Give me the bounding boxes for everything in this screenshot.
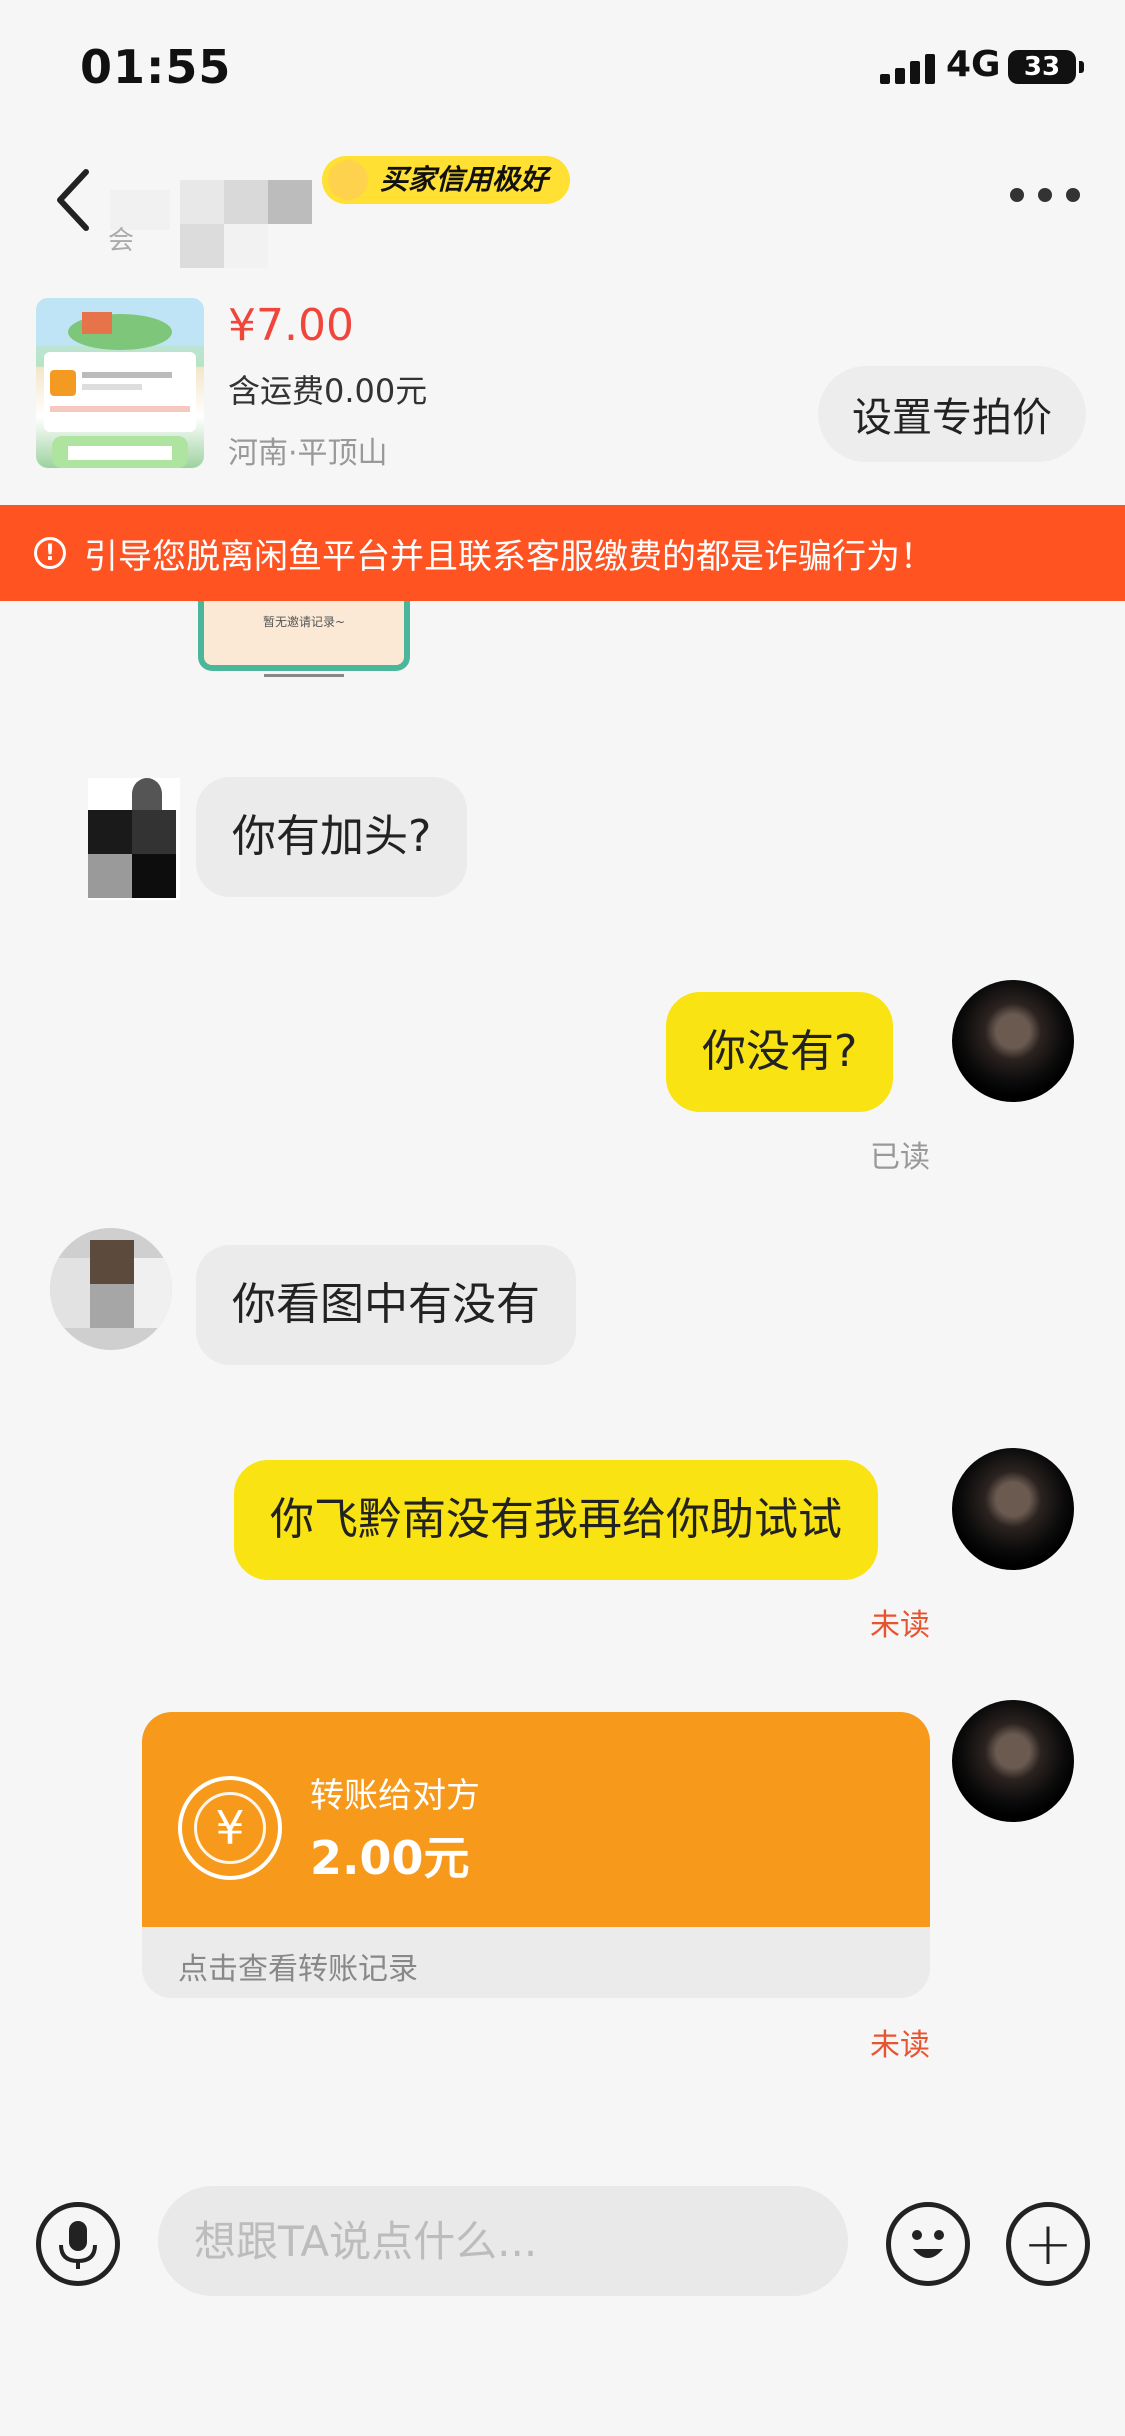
voice-button[interactable] — [36, 2202, 120, 2286]
product-image — [36, 298, 204, 468]
my-avatar[interactable] — [952, 980, 1074, 1102]
product-location: 河南·平顶山 — [228, 436, 388, 471]
credit-badge-label: 买家信用极好 — [380, 163, 549, 196]
back-button[interactable] — [46, 160, 106, 240]
emoji-heart-eyes-icon — [328, 160, 368, 200]
emoji-button[interactable] — [886, 2202, 970, 2286]
microphone-icon — [59, 2221, 97, 2269]
divider — [264, 674, 344, 677]
credit-badge: 买家信用极好 — [322, 156, 571, 204]
product-thumbnail[interactable] — [36, 298, 204, 468]
fraud-warning-text: 引导您脱离闲鱼平台并且联系客服缴费的都是诈骗行为！ — [84, 536, 934, 577]
read-status: 已读 — [870, 1140, 930, 1175]
transfer-card[interactable]: ¥ 转账给对方 2.00元 点击查看转账记录 — [142, 1712, 930, 1998]
message-bubble-outgoing[interactable]: 你飞黔南没有我再给你助试试 — [234, 1460, 878, 1580]
transfer-yuan-icon: ¥ — [178, 1776, 282, 1880]
unread-status: 未读 — [870, 2028, 930, 2063]
message-bubble-incoming[interactable]: 你看图中有没有 — [196, 1245, 576, 1365]
more-icon-dot — [1038, 188, 1052, 202]
status-time: 01:55 — [80, 40, 232, 94]
my-avatar[interactable] — [952, 1700, 1074, 1822]
battery-icon: 33 — [1008, 50, 1084, 84]
fraud-warning-banner: ! 引导您脱离闲鱼平台并且联系客服缴费的都是诈骗行为！ — [0, 505, 1125, 601]
contact-avatar-message[interactable] — [50, 1228, 172, 1350]
add-more-button[interactable]: + — [1006, 2202, 1090, 2286]
shared-card-text: 暂无邀请记录~ — [262, 615, 346, 629]
message-bubble-outgoing[interactable]: 你没有? — [666, 992, 894, 1112]
contact-avatar-message[interactable] — [88, 778, 180, 900]
back-icon — [57, 169, 89, 231]
product-price: ¥7.00 — [228, 300, 354, 351]
unread-status: 未读 — [870, 1608, 930, 1643]
transfer-record-link[interactable]: 点击查看转账记录 — [178, 1944, 418, 1988]
warning-icon: ! — [34, 537, 66, 569]
contact-avatar[interactable] — [110, 170, 312, 270]
message-bubble-incoming[interactable]: 你有加头? — [196, 777, 468, 897]
smiley-icon — [912, 2230, 944, 2258]
network-type: 4G — [946, 44, 1001, 85]
contact-sub-label: 会 — [108, 226, 135, 256]
plus-icon: + — [1022, 2209, 1074, 2279]
transfer-amount: 2.00元 — [310, 1831, 470, 1885]
product-shipping: 含运费0.00元 — [228, 372, 428, 410]
shared-card-preview[interactable]: 暂无邀请记录~ — [198, 601, 410, 671]
transfer-card-body: ¥ 转账给对方 2.00元 — [142, 1712, 930, 1927]
more-icon-dot — [1066, 188, 1080, 202]
more-icon — [1010, 188, 1024, 202]
signal-icon — [880, 52, 936, 84]
message-input[interactable] — [158, 2186, 848, 2296]
transfer-title: 转账给对方 — [310, 1776, 480, 1816]
more-button[interactable] — [1010, 180, 1080, 210]
set-special-price-button[interactable]: 设置专拍价 — [818, 366, 1086, 462]
my-avatar[interactable] — [952, 1448, 1074, 1570]
